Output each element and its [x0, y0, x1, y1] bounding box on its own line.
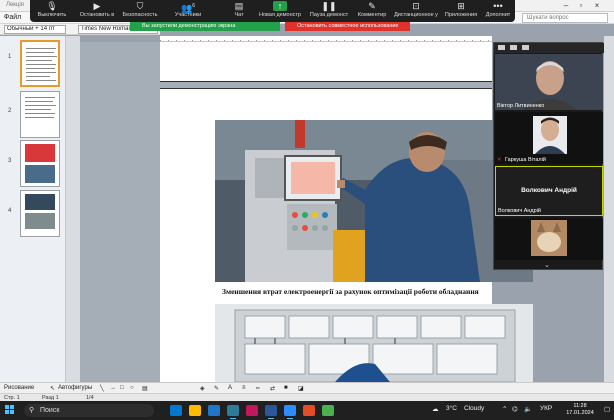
close-button[interactable]: × — [591, 1, 603, 11]
remote-control-icon: ⊡ — [412, 1, 420, 11]
thumbnail-number: 3 — [8, 158, 12, 164]
autoshapes-menu[interactable]: Автофигуры — [58, 385, 92, 391]
window-title: Лекція — [6, 2, 24, 8]
video-tile[interactable] — [495, 218, 603, 260]
fill-color-icon[interactable]: ◈ — [200, 385, 205, 392]
input-language[interactable]: УКР — [540, 405, 552, 412]
pencil-icon: ✎ — [368, 1, 376, 11]
weather-icon[interactable]: ☁ — [432, 405, 439, 413]
stop-video-button[interactable]: ▶ Остановить в — [76, 0, 118, 22]
apps-grid-icon: ⊞ — [457, 1, 465, 11]
thumbnail-number: 2 — [8, 108, 12, 114]
thumbnail-pane: 1 2 3 4 — [0, 36, 66, 382]
zoom-app-icon[interactable] — [284, 405, 296, 419]
mute-button[interactable]: 🎙 Выключить — [30, 0, 74, 22]
windows-taskbar: ⚲ Поиск ☁ 3°C Cloudy ⌃ ⌬ 🔈 УКР 11:28 17.… — [0, 401, 614, 420]
3d-icon[interactable]: ◪ — [298, 385, 304, 392]
maximize-button[interactable]: ▫ — [575, 1, 587, 11]
panel-grid-icon[interactable] — [522, 45, 529, 50]
video-panel-header — [494, 43, 604, 53]
thumbnail-page-2[interactable] — [20, 91, 60, 138]
industrial-control-photo — [215, 120, 533, 282]
microphone-icon: 🎙 — [46, 1, 58, 11]
zoom-video-panel: Віктор Литвиненко ✕ Гаркуша Віталій Волк… — [493, 42, 604, 270]
thumbnail-scrollbar[interactable] — [66, 36, 80, 382]
pause-share-button[interactable]: ❚❚ Пауза демонст — [306, 0, 352, 22]
security-button[interactable]: ⛉ Безопасность — [120, 0, 160, 22]
apps-button[interactable]: ⊞ Приложения — [442, 0, 480, 22]
active-speaker-tile[interactable]: Волкович Андрій Волкович Андрій — [495, 166, 603, 216]
weather-text: Cloudy — [464, 405, 485, 412]
document-scrollbar[interactable] — [604, 36, 614, 382]
electrical-cabinet-photo — [215, 304, 533, 382]
share-up-icon: ↑ — [273, 1, 287, 11]
drawing-toolbar: Рисование ↖ Автофигуры ╲ → □ ○ ▤ ◈ ✎ A ≡… — [0, 382, 614, 393]
line-tool-icon[interactable]: ╲ — [100, 385, 104, 392]
dash-style-icon[interactable]: ┅ — [256, 385, 260, 392]
panel-minimize-icon[interactable] — [498, 45, 505, 50]
oval-tool-icon[interactable]: ○ — [130, 385, 134, 391]
arrow-style-icon[interactable]: ⇄ — [270, 385, 275, 392]
notification-icon[interactable]: ▢ — [604, 405, 610, 413]
previous-page — [160, 42, 492, 82]
excel-icon[interactable] — [322, 405, 334, 416]
draw-menu[interactable]: Рисование — [4, 385, 34, 391]
menu-file[interactable]: Файл — [4, 14, 21, 21]
participant-count: 6 — [192, 3, 195, 9]
volume-icon[interactable]: 🔈 — [524, 405, 532, 413]
screen-share-banner: Вы запустили демонстрацию экрана — [130, 22, 280, 31]
annotate-button[interactable]: ✎ Комментир — [354, 0, 390, 22]
task-view-icon[interactable] — [170, 405, 182, 416]
media-app-icon[interactable] — [246, 405, 258, 416]
pause-icon: ❚❚ — [321, 1, 337, 11]
chat-button[interactable]: ▤ Чат — [226, 0, 252, 22]
thumbnail-number: 4 — [8, 208, 12, 214]
network-icon[interactable]: ⌬ — [512, 405, 518, 413]
figure-caption: Зменшення втрат електроенергії за рахуно… — [222, 287, 479, 296]
status-bar: Стр. 1 Разд 1 1/4 — [0, 393, 614, 401]
store-icon[interactable] — [208, 405, 220, 416]
rectangle-tool-icon[interactable]: □ — [120, 385, 124, 391]
video-tile[interactable]: ✕ Гаркуша Віталій — [495, 112, 603, 164]
thumbnail-number: 1 — [8, 54, 12, 60]
taskbar-search-input[interactable]: ⚲ Поиск — [24, 404, 154, 417]
panel-view-icon[interactable] — [510, 45, 517, 50]
shield-icon: ⛉ — [136, 1, 144, 11]
paragraph-style-select[interactable]: Обычный + 14 пт — [4, 25, 66, 34]
more-button[interactable]: ••• Дополнит — [482, 0, 514, 22]
windows-start-icon[interactable] — [5, 405, 15, 415]
cursor-icon[interactable]: ↖ — [50, 385, 55, 392]
word-icon[interactable] — [265, 405, 277, 419]
chevron-down-icon[interactable]: ⌄ — [544, 261, 550, 269]
camera-icon: ▶ — [93, 1, 101, 11]
line-color-icon[interactable]: ✎ — [214, 385, 219, 392]
thumbnail-page-1[interactable] — [20, 40, 60, 87]
people-icon: 👥6 — [181, 3, 195, 13]
thumbnail-page-4[interactable] — [20, 190, 60, 237]
help-search-input[interactable]: Шукати вопрос — [522, 13, 608, 23]
stop-share-button[interactable]: Остановить совместное использование — [285, 22, 410, 31]
search-icon: ⚲ — [29, 407, 35, 414]
thumbnail-page-3[interactable] — [20, 140, 60, 187]
line-style-icon[interactable]: ≡ — [242, 385, 246, 391]
zoom-meeting-toolbar: 🎙 Выключить ▶ Остановить в ⛉ Безопасност… — [30, 0, 515, 22]
edge-icon[interactable] — [227, 405, 239, 419]
video-tile[interactable]: Віктор Литвиненко — [495, 54, 603, 110]
participants-button[interactable]: 👥6 Участники — [168, 0, 208, 22]
new-share-button[interactable]: ↑ Новая демонстр — [256, 0, 304, 22]
muted-mic-icon: ✕ — [497, 157, 502, 163]
shadow-icon[interactable]: ■ — [284, 385, 288, 391]
minimize-button[interactable]: – — [560, 1, 572, 11]
tray-chevron-icon[interactable]: ⌃ — [502, 405, 507, 413]
textbox-tool-icon[interactable]: ▤ — [142, 385, 148, 392]
remote-control-button[interactable]: ⊡ Дистанционное у — [392, 0, 440, 22]
chrome-icon[interactable] — [303, 405, 315, 416]
more-dots-icon: ••• — [493, 1, 503, 11]
arrow-tool-icon[interactable]: → — [110, 385, 116, 391]
font-color-icon[interactable]: A — [228, 385, 232, 391]
weather-temp: 3°C — [446, 405, 457, 412]
chat-icon: ▤ — [234, 1, 244, 11]
system-clock[interactable]: 11:28 17.01.2024 — [560, 403, 600, 417]
file-explorer-icon[interactable] — [189, 405, 201, 416]
